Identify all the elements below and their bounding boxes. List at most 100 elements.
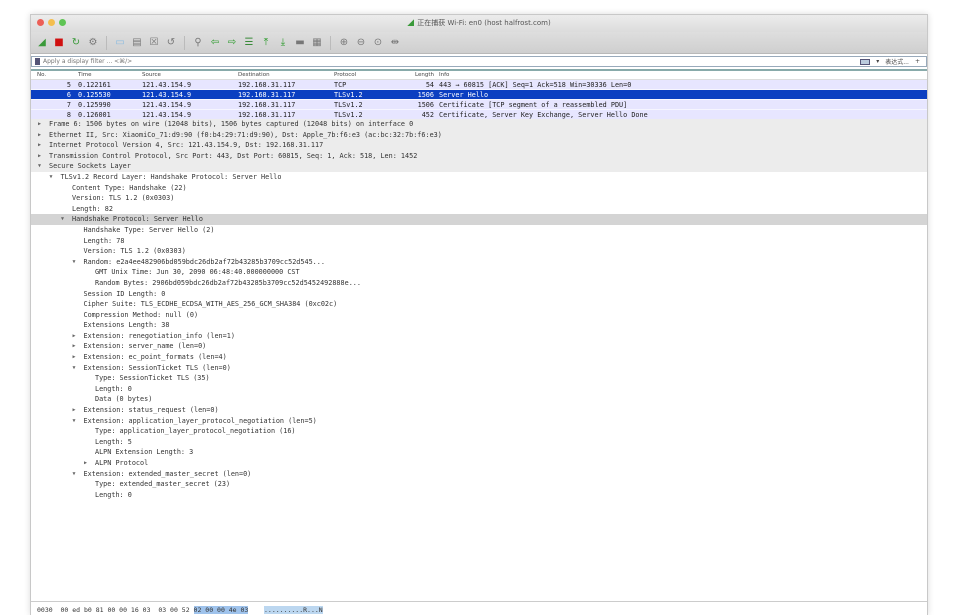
tree-item[interactable]: Type: application_layer_protocol_negotia… (31, 426, 927, 437)
expanded-arrow-icon[interactable]: ▼ (73, 363, 81, 374)
tree-item[interactable]: Length: 5 (31, 437, 927, 448)
collapsed-arrow-icon[interactable]: ▶ (38, 140, 46, 151)
collapsed-arrow-icon[interactable]: ▶ (84, 458, 92, 469)
restart-icon[interactable]: ↻ (69, 36, 83, 50)
tree-item[interactable]: ▶ ALPN Protocol (31, 458, 927, 469)
tree-item[interactable]: Random Bytes: 2906bd059bdc26db2af72b4328… (31, 278, 927, 289)
collapsed-arrow-icon[interactable]: ▶ (73, 352, 81, 363)
packet-length: 1506 (417, 101, 434, 109)
autoscroll-icon[interactable]: ▬ (293, 36, 307, 50)
tree-item[interactable]: ▼ Secure Sockets Layer (31, 161, 927, 172)
apply-filter-button[interactable] (860, 58, 871, 65)
tree-item[interactable]: ▼ Handshake Protocol: Server Hello (31, 214, 927, 225)
normal-size-icon[interactable]: ⊙ (371, 36, 385, 50)
tree-item[interactable]: Cipher Suite: TLS_ECDHE_ECDSA_WITH_AES_2… (31, 299, 927, 310)
collapsed-arrow-icon[interactable]: ▶ (38, 151, 46, 162)
tree-item[interactable]: ▶ Extension: renegotiation_info (len=1) (31, 331, 927, 342)
packet-row[interactable]: 7 0.125990 121.43.154.9 192.168.31.117 TLSv1… (31, 100, 927, 110)
expanded-arrow-icon[interactable]: ▼ (50, 172, 58, 183)
colorize-icon[interactable]: ▦ (310, 36, 324, 50)
tree-item[interactable]: Data (0 bytes) (31, 394, 927, 405)
zoom-in-icon[interactable]: ⊕ (337, 36, 351, 50)
tree-item[interactable]: GMT Unix Time: Jun 30, 2090 06:48:40.000… (31, 267, 927, 278)
tree-item[interactable]: Length: 82 (31, 204, 927, 215)
open-file-icon[interactable]: ▭ (113, 36, 127, 50)
packet-row[interactable]: 6 0.125530 121.43.154.9 192.168.31.117 TLSv1… (31, 90, 927, 100)
tree-item[interactable]: Content Type: Handshake (22) (31, 183, 927, 194)
save-file-icon[interactable]: ▤ (130, 36, 144, 50)
packet-source: 121.43.154.9 (142, 81, 192, 89)
toolbar-separator (330, 35, 331, 50)
close-file-icon[interactable]: ☒ (147, 36, 161, 50)
tree-item[interactable]: Length: 78 (31, 236, 927, 247)
tree-item[interactable]: ▼ Extension: SessionTicket TLS (len=0) (31, 363, 927, 374)
go-back-icon[interactable]: ⇦ (208, 36, 222, 50)
tree-item[interactable]: ▶ Frame 6: 1506 bytes on wire (12048 bits… (31, 119, 927, 130)
collapsed-arrow-icon[interactable]: ▶ (73, 331, 81, 342)
collapsed-arrow-icon[interactable]: ▶ (73, 341, 81, 352)
tree-item[interactable]: ▼ Random: e2a4ee482906bd059bdc26db2af72b4… (31, 257, 927, 268)
packet-time: 0.125530 (78, 91, 111, 99)
tree-item-label: Compression Method: null (0) (83, 310, 199, 319)
tree-item[interactable]: ▶ Extension: ec_point_formats (len=4) (31, 352, 927, 363)
bookmark-icon[interactable] (35, 58, 40, 65)
shark-fin-start-icon[interactable]: ◢ (35, 36, 49, 50)
tree-item[interactable]: ▶ Extension: status_request (len=0) (31, 405, 927, 416)
go-forward-icon[interactable]: ⇨ (225, 36, 239, 50)
tree-item[interactable]: Compression Method: null (0) (31, 310, 927, 321)
tree-item[interactable]: ▼ TLSv1.2 Record Layer: Handshake Protoco… (31, 172, 927, 183)
column-header-source[interactable]: Source (142, 72, 161, 78)
resize-columns-icon[interactable]: ⇹ (388, 36, 402, 50)
tree-item[interactable]: ▶ Ethernet II, Src: XiaomiCo_71:d9:90 (f0… (31, 129, 927, 141)
add-filter-button[interactable]: + (915, 58, 920, 65)
packet-row[interactable]: 5 0.122161 121.43.154.9 192.168.31.117 TCP 54… (31, 80, 927, 90)
tree-item[interactable]: ▶ Extension: server_name (len=0) (31, 341, 927, 352)
zoom-out-icon[interactable]: ⊖ (354, 36, 368, 50)
expression-button[interactable]: 表达式... (885, 57, 909, 66)
tree-item-label: Cipher Suite: TLS_ECDHE_ECDSA_WITH_AES_2… (83, 300, 338, 309)
collapsed-arrow-icon[interactable]: ▶ (38, 130, 46, 141)
reload-icon[interactable]: ↺ (164, 36, 178, 50)
tree-item[interactable]: Type: SessionTicket TLS (35) (31, 373, 927, 384)
display-filter-input[interactable] (43, 57, 861, 66)
column-header-time[interactable]: Time (78, 72, 91, 78)
packet-source: 121.43.154.9 (142, 101, 192, 109)
find-icon[interactable]: ⚲ (191, 36, 205, 50)
tree-item[interactable]: Version: TLS 1.2 (0x0303) (31, 193, 927, 204)
column-header-destination[interactable]: Destination (238, 72, 270, 78)
tree-item-label: Extensions Length: 38 (83, 321, 170, 330)
tree-item[interactable]: Version: TLS 1.2 (0x0303) (31, 246, 927, 257)
tree-item[interactable]: Session ID Length: 0 (31, 289, 927, 300)
packet-protocol: TLSv1.2 (334, 91, 363, 99)
column-header-info[interactable]: Info (439, 72, 449, 78)
column-header-length[interactable]: Length (401, 72, 434, 78)
column-header-no[interactable]: No. (37, 72, 71, 78)
tree-item[interactable]: ▼ Extension: extended_master_secret (len=… (31, 469, 927, 480)
go-last-icon[interactable]: ⤓ (276, 36, 290, 50)
packet-time: 0.126001 (78, 111, 111, 119)
tree-item[interactable]: Extensions Length: 38 (31, 320, 927, 331)
collapsed-arrow-icon[interactable]: ▶ (38, 119, 46, 130)
expanded-arrow-icon[interactable]: ▼ (38, 161, 46, 172)
expanded-arrow-icon[interactable]: ▼ (61, 214, 69, 225)
packet-protocol: TLSv1.2 (334, 101, 363, 109)
tree-item[interactable]: Type: extended_master_secret (23) (31, 479, 927, 490)
tree-item[interactable]: ALPN Extension Length: 3 (31, 447, 927, 458)
options-gear-icon[interactable]: ⚙ (86, 36, 100, 50)
tree-item[interactable]: Handshake Type: Server Hello (2) (31, 225, 927, 236)
collapsed-arrow-icon[interactable]: ▶ (73, 405, 81, 416)
go-to-packet-icon[interactable]: ☰ (242, 36, 256, 50)
expanded-arrow-icon[interactable]: ▼ (73, 469, 81, 480)
filter-dropdown-icon[interactable]: ▾ (876, 58, 879, 65)
tree-item-label: Transmission Control Protocol, Src Port:… (49, 151, 418, 160)
tree-item[interactable]: ▶ Internet Protocol Version 4, Src: 121.4… (31, 140, 927, 151)
column-header-protocol[interactable]: Protocol (334, 72, 356, 78)
go-first-icon[interactable]: ⤒ (259, 36, 273, 50)
tree-item[interactable]: Length: 0 (31, 490, 927, 501)
tree-item[interactable]: ▶ Transmission Control Protocol, Src Port… (31, 150, 927, 162)
expanded-arrow-icon[interactable]: ▼ (73, 257, 81, 268)
tree-item[interactable]: Length: 0 (31, 384, 927, 395)
tree-item[interactable]: ▼ Extension: application_layer_protocol_n… (31, 416, 927, 427)
stop-icon[interactable]: ■ (52, 36, 66, 50)
expanded-arrow-icon[interactable]: ▼ (73, 416, 81, 427)
